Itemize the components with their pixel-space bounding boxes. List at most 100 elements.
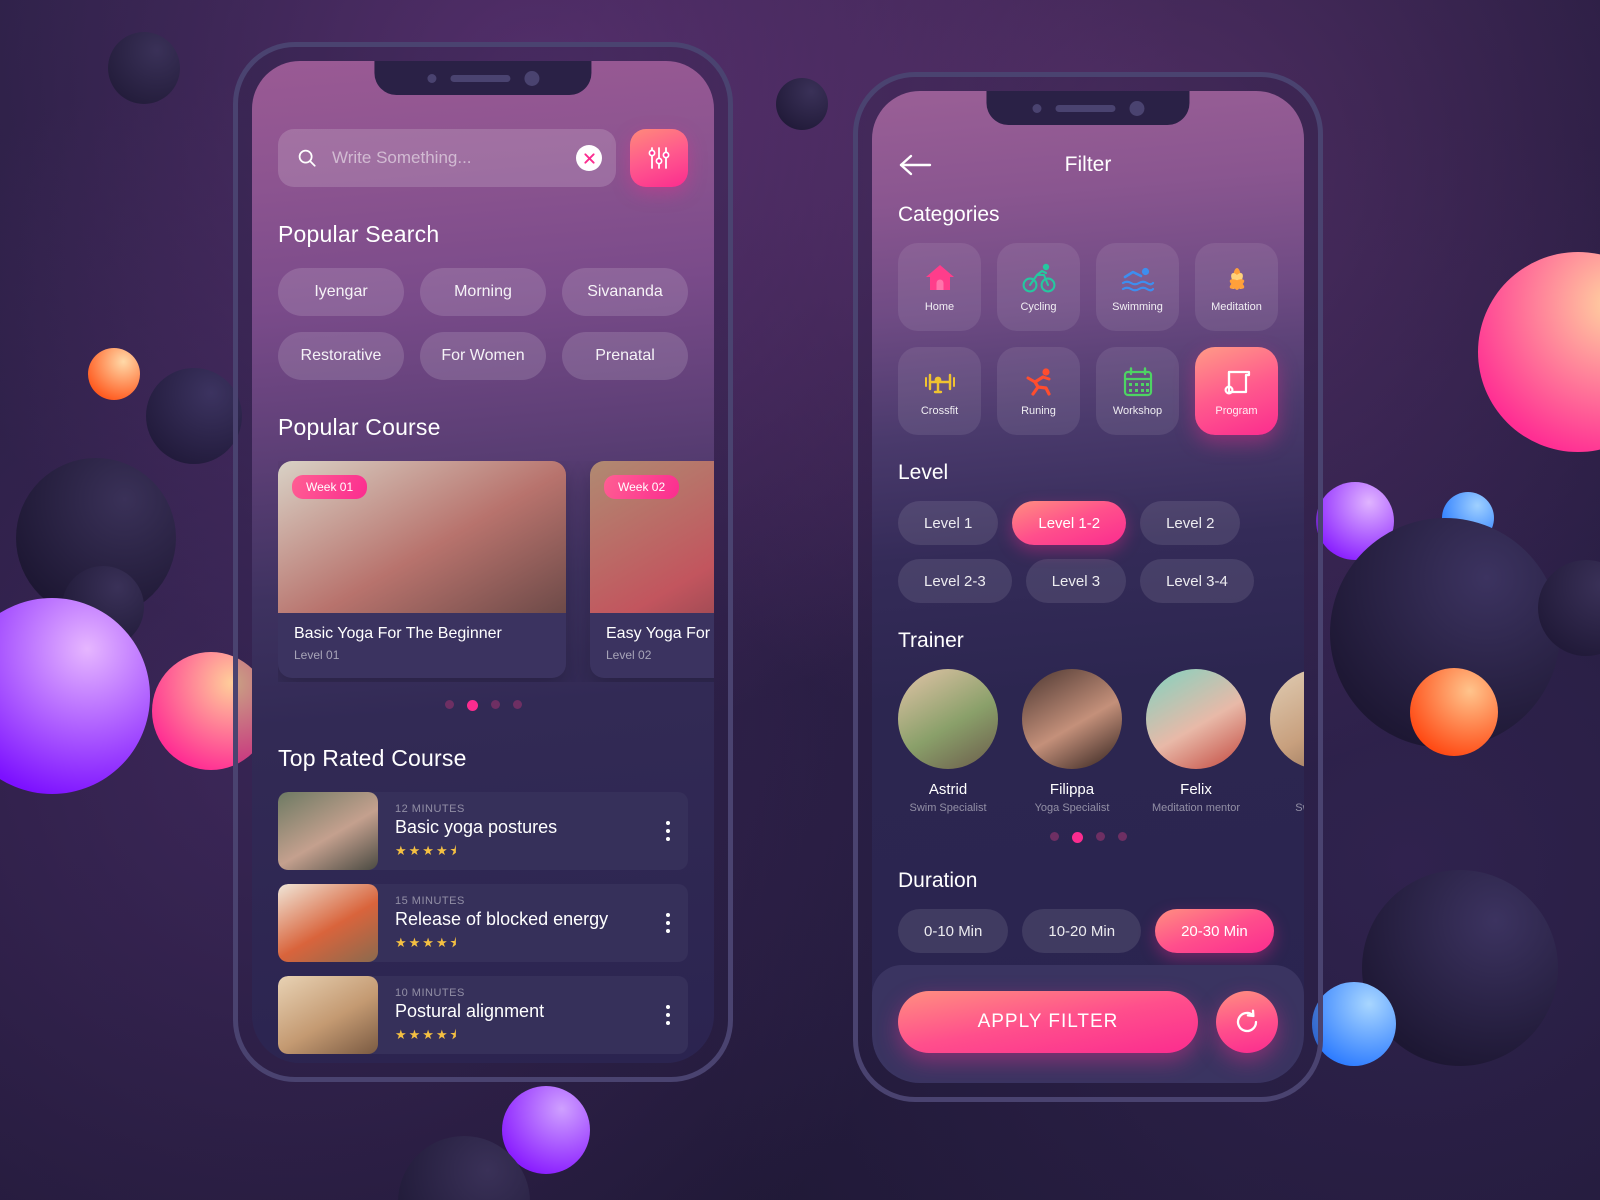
trainer-carousel-dots[interactable] bbox=[872, 832, 1304, 843]
dot-icon bbox=[666, 913, 670, 917]
front-camera-icon bbox=[1129, 100, 1144, 116]
course-thumbnail: Week 01 bbox=[278, 461, 566, 613]
sensor-dot-icon bbox=[1032, 103, 1041, 113]
trainer-carousel[interactable]: Astrid Swim Specialist Filippa Yoga Spec… bbox=[898, 669, 1304, 814]
phone-mockup-filter: Filter Categories Home Cycling Swimming … bbox=[853, 72, 1323, 1102]
popular-search-tag[interactable]: Morning bbox=[420, 268, 546, 316]
trainer-card[interactable]: Astrid Swim Specialist bbox=[898, 669, 998, 814]
popular-search-tag[interactable]: For Women bbox=[420, 332, 546, 380]
popular-search-tag[interactable]: Prenatal bbox=[562, 332, 688, 380]
sliders-icon bbox=[648, 147, 670, 169]
category-tile-program[interactable]: Program bbox=[1195, 347, 1278, 435]
level-option[interactable]: Level 1-2 bbox=[1012, 501, 1127, 545]
carousel-dot[interactable] bbox=[1117, 832, 1127, 841]
trainer-card[interactable]: Amil Swim Spe bbox=[1270, 669, 1304, 814]
carousel-dot[interactable] bbox=[512, 700, 522, 709]
trainer-role: Meditation mentor bbox=[1151, 802, 1241, 814]
level-option[interactable]: Level 1 bbox=[898, 501, 999, 545]
filter-action-bar: APPLY FILTER bbox=[872, 965, 1304, 1083]
top-rated-list: 12 MINUTES Basic yoga postures ★★★★⯨ 15 … bbox=[278, 792, 688, 1063]
carousel-dot[interactable] bbox=[1049, 832, 1059, 841]
row-menu-button[interactable] bbox=[648, 884, 688, 962]
level-option[interactable]: Level 2-3 bbox=[898, 559, 1012, 603]
sphere-orange-1 bbox=[88, 348, 140, 400]
search-icon bbox=[298, 149, 316, 167]
trainer-card[interactable]: Felix Meditation mentor bbox=[1146, 669, 1246, 814]
category-label: Crossfit bbox=[920, 405, 959, 417]
duration-option[interactable]: 20-30 Min bbox=[1155, 909, 1274, 953]
search-screen: Popular Search Iyengar Morning Sivananda Re… bbox=[252, 61, 714, 1063]
dot-icon bbox=[666, 921, 670, 925]
row-body: 10 MINUTES Postural alignment ★★★★⯨ bbox=[378, 976, 648, 1054]
home-icon bbox=[925, 265, 954, 290]
carousel-dot[interactable] bbox=[1071, 832, 1083, 843]
popular-search-tag[interactable]: Sivananda bbox=[562, 268, 688, 316]
category-tile-workshop[interactable]: Workshop bbox=[1096, 347, 1179, 435]
popular-search-tag[interactable]: Restorative bbox=[278, 332, 404, 380]
avatar bbox=[1270, 669, 1304, 769]
dot-icon bbox=[666, 821, 670, 825]
carousel-dot[interactable] bbox=[466, 700, 478, 711]
course-name: Postural alignment bbox=[395, 1001, 545, 1021]
speaker-bar-icon bbox=[1055, 104, 1115, 112]
search-box[interactable] bbox=[278, 129, 616, 187]
runner-icon bbox=[1026, 368, 1051, 396]
clear-search-button[interactable] bbox=[576, 145, 602, 171]
row-menu-button[interactable] bbox=[648, 792, 688, 870]
back-arrow-icon[interactable] bbox=[898, 153, 936, 177]
phone-notch-right bbox=[986, 91, 1190, 125]
carousel-dot[interactable] bbox=[1095, 832, 1105, 841]
popular-course-title: Popular Course bbox=[278, 414, 441, 440]
rating-stars: ★★★★⯨ bbox=[395, 935, 459, 950]
course-card[interactable]: Week 01 Basic Yoga For The Beginner Leve… bbox=[278, 461, 566, 678]
row-body: 12 MINUTES Basic yoga postures ★★★★⯨ bbox=[378, 792, 648, 870]
category-label: Workshop bbox=[1112, 405, 1163, 417]
carousel-dot[interactable] bbox=[444, 700, 454, 709]
course-name: Basic yoga postures bbox=[395, 817, 558, 837]
level-option[interactable]: Level 3-4 bbox=[1140, 559, 1254, 603]
week-badge: Week 02 bbox=[604, 475, 680, 499]
top-rated-row[interactable]: 12 MINUTES Basic yoga postures ★★★★⯨ bbox=[278, 792, 688, 870]
course-thumbnail bbox=[278, 976, 378, 1054]
category-tile-meditation[interactable]: Meditation bbox=[1195, 243, 1278, 331]
trainer-name: Filippa bbox=[1049, 781, 1095, 798]
rating-stars: ★★★★⯨ bbox=[395, 843, 459, 858]
search-input[interactable] bbox=[332, 148, 562, 168]
lotus-icon bbox=[1229, 268, 1244, 290]
trainer-card[interactable]: Filippa Yoga Specialist bbox=[1022, 669, 1122, 814]
category-tile-home[interactable]: Home bbox=[898, 243, 981, 331]
carousel-dot[interactable] bbox=[490, 700, 500, 709]
course-card[interactable]: Week 02 Easy Yoga For Level 02 bbox=[590, 461, 714, 678]
popular-search-tag[interactable]: Iyengar bbox=[278, 268, 404, 316]
top-rated-row[interactable]: 10 MINUTES Postural alignment ★★★★⯨ bbox=[278, 976, 688, 1054]
duration-option[interactable]: 10-20 Min bbox=[1022, 909, 1142, 953]
category-tile-runing[interactable]: Runing bbox=[997, 347, 1080, 435]
level-option[interactable]: Level 2 bbox=[1140, 501, 1241, 545]
week-badge: Week 01 bbox=[292, 475, 368, 499]
category-tile-crossfit[interactable]: Crossfit bbox=[898, 347, 981, 435]
category-tile-cycling[interactable]: Cycling bbox=[997, 243, 1080, 331]
top-rated-row[interactable]: 15 MINUTES Release of blocked energy ★★★… bbox=[278, 884, 688, 962]
refresh-icon bbox=[1236, 1009, 1258, 1033]
sphere-dark-1 bbox=[108, 32, 180, 104]
category-label: Runing bbox=[1021, 405, 1056, 417]
duration-option[interactable]: 0-10 Min bbox=[898, 909, 1009, 953]
swimming-icon bbox=[1121, 267, 1154, 292]
open-filter-button[interactable] bbox=[630, 129, 688, 187]
apply-filter-button[interactable]: APPLY FILTER bbox=[898, 991, 1198, 1053]
level-option[interactable]: Level 3 bbox=[1025, 559, 1127, 603]
popular-course-carousel[interactable]: Week 01 Basic Yoga For The Beginner Leve… bbox=[278, 461, 714, 682]
trainer-role: Swim Specialist bbox=[909, 802, 987, 814]
category-label: Home bbox=[924, 301, 955, 313]
category-tile-swimming[interactable]: Swimming bbox=[1096, 243, 1179, 331]
row-menu-button[interactable] bbox=[648, 976, 688, 1054]
calendar-icon bbox=[1123, 367, 1152, 397]
dot-icon bbox=[666, 829, 670, 833]
scroll-icon bbox=[1223, 370, 1250, 395]
trainer-name: Felix bbox=[1180, 781, 1212, 798]
categories-title: Categories bbox=[898, 203, 1000, 226]
reset-filter-button[interactable] bbox=[1216, 991, 1278, 1053]
popular-search-tags: Iyengar Morning Sivananda Restorative For Wo… bbox=[278, 268, 688, 380]
course-carousel-dots[interactable] bbox=[252, 700, 714, 711]
cycling-icon bbox=[1022, 263, 1055, 293]
